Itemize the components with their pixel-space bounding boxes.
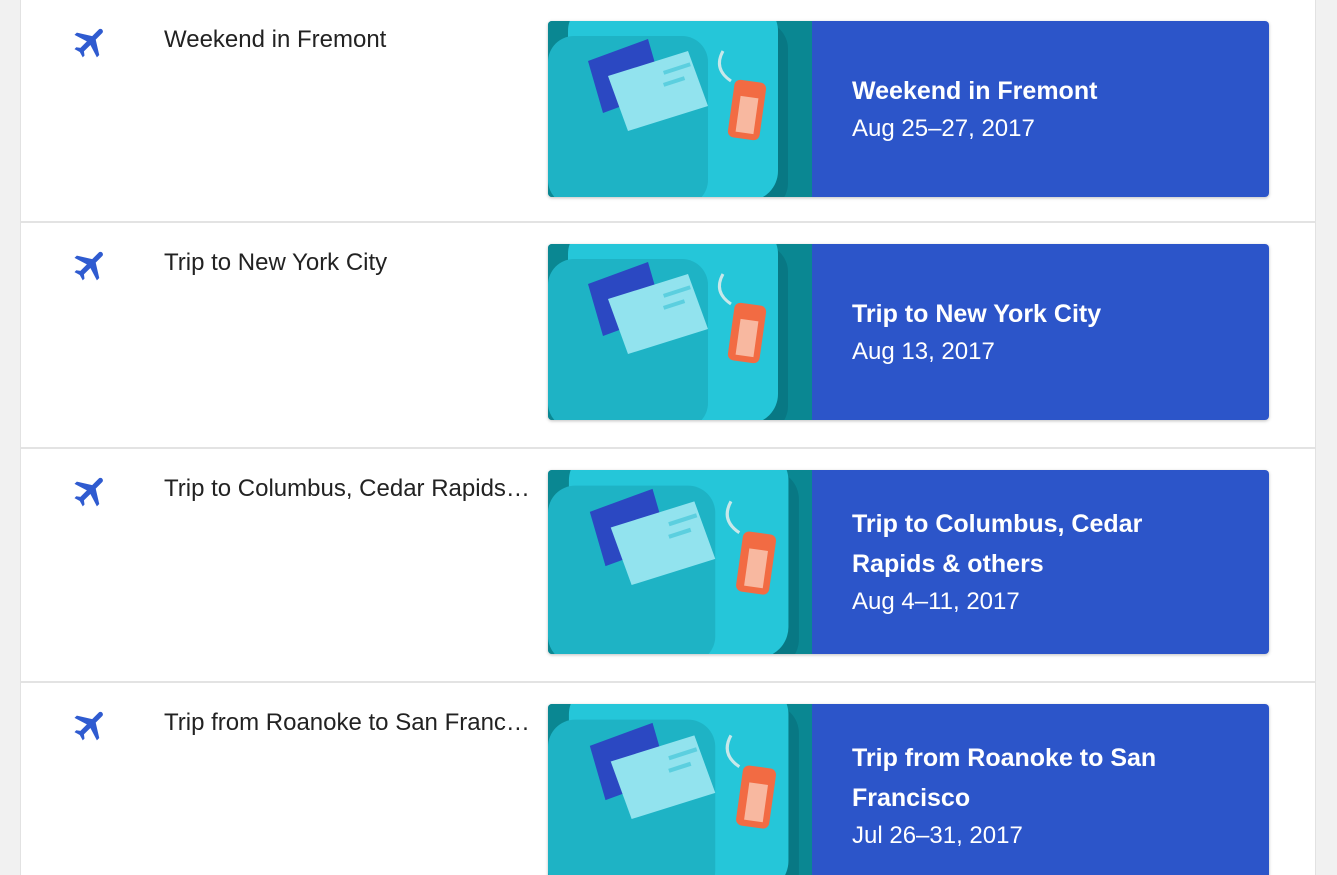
trips-list: Weekend in Fremont Weekend in Fremont Au… bbox=[20, 0, 1316, 875]
trip-row[interactable]: Trip to Columbus, Cedar Rapids & others bbox=[21, 449, 1315, 683]
trip-card[interactable]: Weekend in Fremont Aug 25–27, 2017 bbox=[548, 21, 1269, 197]
airplane-icon bbox=[74, 477, 103, 507]
trip-row[interactable]: Trip to New York City Trip to New York C… bbox=[21, 223, 1315, 449]
trip-card[interactable]: Trip to Columbus, Cedar Rapids & others … bbox=[548, 470, 1269, 654]
trip-list-title: Trip to New York City bbox=[164, 249, 388, 276]
luggage-illustration bbox=[548, 21, 812, 197]
trip-card-info: Trip to Columbus, Cedar Rapids & others … bbox=[812, 470, 1269, 654]
trip-card-info: Trip to New York City Aug 13, 2017 bbox=[812, 244, 1269, 420]
trip-card[interactable]: Trip to New York City Aug 13, 2017 bbox=[548, 244, 1269, 420]
trip-card[interactable]: Trip from Roanoke to San Francisco Jul 2… bbox=[548, 704, 1269, 875]
trip-row[interactable]: Trip from Roanoke to San Francisco Trip … bbox=[21, 683, 1315, 875]
trip-card-dates: Jul 26–31, 2017 bbox=[852, 822, 1023, 849]
airplane-icon bbox=[74, 711, 103, 741]
trip-list-title: Weekend in Fremont bbox=[164, 26, 387, 53]
trip-card-title: Trip to Columbus, Cedar Rapids & others bbox=[852, 510, 1143, 578]
trip-card-title: Trip to New York City bbox=[852, 300, 1102, 328]
trip-row[interactable]: Weekend in Fremont Weekend in Fremont Au… bbox=[21, 0, 1315, 223]
luggage-illustration bbox=[548, 704, 812, 875]
trip-card-info: Trip from Roanoke to San Francisco Jul 2… bbox=[812, 704, 1269, 875]
trip-card-dates: Aug 13, 2017 bbox=[852, 338, 995, 365]
luggage-illustration bbox=[548, 470, 812, 654]
trip-list-title: Trip from Roanoke to San Francisco bbox=[164, 709, 534, 736]
luggage-illustration bbox=[548, 244, 812, 420]
trip-card-title: Weekend in Fremont bbox=[852, 77, 1098, 105]
airplane-icon bbox=[74, 251, 103, 281]
trip-card-title: Trip from Roanoke to San Francisco bbox=[852, 744, 1157, 812]
airplane-icon bbox=[74, 28, 103, 58]
trip-list-title: Trip to Columbus, Cedar Rapids & others bbox=[164, 475, 534, 502]
trip-card-dates: Aug 4–11, 2017 bbox=[852, 588, 1020, 615]
trip-card-dates: Aug 25–27, 2017 bbox=[852, 115, 1035, 142]
trip-card-info: Weekend in Fremont Aug 25–27, 2017 bbox=[812, 21, 1269, 197]
